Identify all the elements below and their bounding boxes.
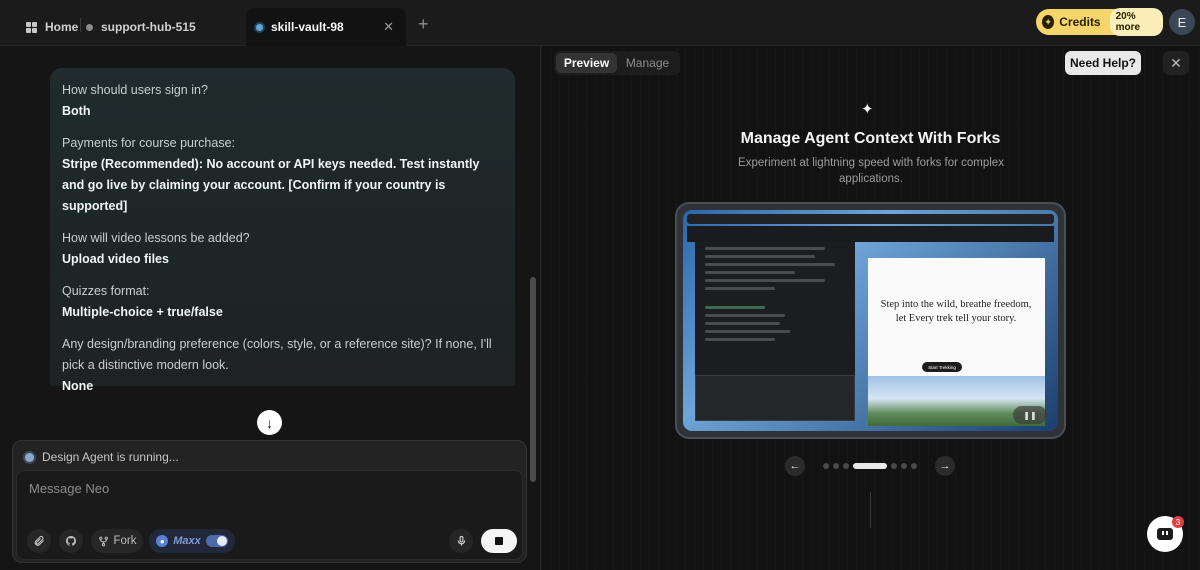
agent-status-text: Design Agent is running... <box>42 450 179 464</box>
fork-button[interactable]: Fork <box>91 529 143 553</box>
microphone-button[interactable] <box>449 529 473 553</box>
notification-badge: 3 <box>1172 516 1184 528</box>
paperclip-icon <box>34 535 44 546</box>
stop-button[interactable] <box>481 529 517 553</box>
carousel-dot[interactable] <box>901 463 907 469</box>
agent-status: Design Agent is running... <box>25 450 179 464</box>
tab-support-hub-label: support-hub-515 <box>101 20 196 34</box>
maxx-avatar-icon: ● <box>156 535 169 547</box>
carousel-dots <box>823 463 917 469</box>
sparkle-icon: ✦ <box>861 101 874 118</box>
add-tab-icon[interactable]: + <box>418 14 429 35</box>
question-text: Payments for course purchase: <box>62 136 235 150</box>
feature-subtitle: Experiment at lightning speed with forks… <box>738 157 1004 185</box>
chat-panel: How should users sign in? Both Payments … <box>0 46 540 570</box>
tab-home-label: Home <box>45 20 79 34</box>
previous-arrow-icon[interactable]: ← <box>785 456 805 476</box>
chat-scrollbar[interactable] <box>530 277 536 482</box>
maxx-switch[interactable] <box>205 535 228 547</box>
need-help-button[interactable]: Need Help? <box>1065 51 1141 75</box>
answer-text: Upload video files <box>62 252 169 266</box>
feature-mockup-image: Step into the wild, breathe freedom, let… <box>675 202 1066 439</box>
mockup-headline: Step into the wild, breathe freedom, let… <box>880 299 1032 324</box>
message-composer: Design Agent is running... Fork ● Maxx <box>12 440 527 563</box>
view-toggle: Preview Manage <box>554 51 680 75</box>
carousel-controls: ← → <box>785 456 955 476</box>
top-bar: Home support-hub-515 skill-vault-98 ✕ + … <box>0 0 1200 46</box>
carousel-dot[interactable] <box>891 463 897 469</box>
tab-skill-vault[interactable]: skill-vault-98 ✕ <box>246 8 406 46</box>
stop-icon <box>495 537 503 545</box>
credits-button[interactable]: ✦ Credits 20% more <box>1036 8 1163 36</box>
credits-promo-badge: 20% more <box>1109 8 1163 36</box>
pause-icon[interactable]: ❚❚ <box>1013 406 1047 424</box>
microphone-icon <box>457 535 465 546</box>
carousel-dot[interactable] <box>823 463 829 469</box>
feature-title: Manage Agent Context With Forks <box>740 130 1001 147</box>
mockup-tab-bar <box>687 226 1054 242</box>
active-dot-icon <box>256 23 263 31</box>
tab-preview[interactable]: Preview <box>556 53 617 73</box>
carousel-dot[interactable] <box>853 463 887 469</box>
scroll-down-button[interactable]: ↓ <box>257 410 282 435</box>
tab-manage[interactable]: Manage <box>617 53 678 73</box>
mockup-input <box>695 375 855 421</box>
mockup-app-preview: Step into the wild, breathe freedom, let… <box>868 258 1045 426</box>
mockup-screen: Step into the wild, breathe freedom, let… <box>683 210 1058 431</box>
close-tab-icon[interactable]: ✕ <box>383 19 394 35</box>
running-indicator-icon <box>25 452 34 462</box>
arrow-down-icon: ↓ <box>266 414 273 431</box>
answer-text: Multiple-choice + true/false <box>62 305 223 319</box>
composer-box: Fork ● Maxx <box>16 470 523 560</box>
grid-icon <box>26 21 37 33</box>
avatar[interactable]: E <box>1169 9 1195 35</box>
question-text: Quizzes format: <box>62 284 150 298</box>
question-text: How should users sign in? <box>62 83 208 97</box>
tab-home[interactable]: Home <box>26 8 78 46</box>
message-input[interactable] <box>29 481 509 496</box>
maxx-toggle[interactable]: ● Maxx <box>149 529 235 553</box>
attach-button[interactable] <box>27 529 51 553</box>
credits-label: Credits <box>1059 15 1101 29</box>
divider-line <box>870 492 871 528</box>
carousel-dot[interactable] <box>911 463 917 469</box>
github-button[interactable] <box>59 529 83 553</box>
chatbot-icon <box>1157 528 1173 540</box>
fork-label: Fork <box>113 535 137 547</box>
mockup-browser-bar <box>687 214 1054 224</box>
answer-text: Stripe (Recommended): No account or API … <box>62 157 480 213</box>
carousel-dot[interactable] <box>833 463 839 469</box>
maxx-label: Maxx <box>173 535 201 547</box>
github-icon <box>65 535 77 546</box>
tab-skill-vault-label: skill-vault-98 <box>271 20 344 34</box>
question-text: How will video lessons be added? <box>62 231 250 245</box>
tab-separator <box>80 18 81 32</box>
status-dot-icon <box>86 23 93 31</box>
answer-text: Both <box>62 104 91 118</box>
carousel-dot[interactable] <box>843 463 849 469</box>
coin-icon: ✦ <box>1042 15 1055 29</box>
next-arrow-icon[interactable]: → <box>935 456 955 476</box>
chat-message: How should users sign in? Both Payments … <box>50 68 515 393</box>
preview-panel: Preview Manage Need Help? ✕ ✦ Manage Age… <box>541 46 1200 570</box>
mockup-cta-button: Start Trekking <box>922 362 962 372</box>
tab-support-hub[interactable]: support-hub-515 <box>86 8 196 46</box>
question-text: Any design/branding preference (colors, … <box>62 337 492 372</box>
fork-icon <box>98 536 108 546</box>
answer-text: None <box>62 379 94 393</box>
close-panel-icon[interactable]: ✕ <box>1163 51 1189 75</box>
